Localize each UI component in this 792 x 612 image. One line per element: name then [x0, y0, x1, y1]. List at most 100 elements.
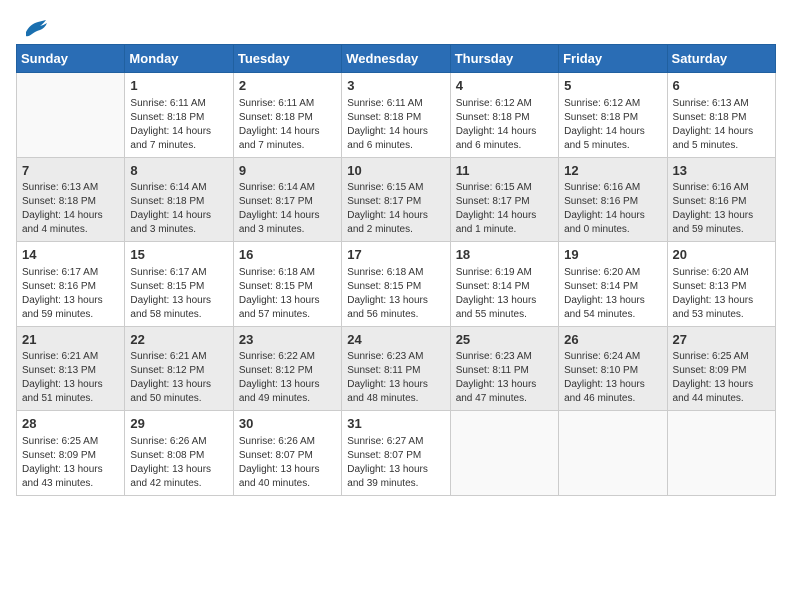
calendar-cell: 4 Sunrise: 6:12 AM Sunset: 8:18 PM Daylig…: [450, 73, 558, 158]
calendar-cell: 5 Sunrise: 6:12 AM Sunset: 8:18 PM Daylig…: [559, 73, 667, 158]
day-info: Sunrise: 6:17 AM Sunset: 8:16 PM Dayligh…: [22, 266, 119, 322]
calendar-cell: 13Sunrise: 6:16 AM Sunset: 8:16 PM Dayli…: [667, 157, 775, 242]
calendar-cell: 19 Sunrise: 6:20 AM Sunset: 8:14 PM Dayli…: [559, 242, 667, 327]
day-info: Sunrise: 6:18 AM Sunset: 8:15 PM Dayligh…: [347, 266, 444, 322]
calendar-cell: 9Sunrise: 6:14 AM Sunset: 8:17 PM Daylig…: [233, 157, 341, 242]
day-info: Sunrise: 6:24 AM Sunset: 8:10 PM Dayligh…: [564, 350, 661, 406]
day-number: 6: [673, 77, 770, 95]
calendar-cell: [559, 411, 667, 496]
day-info: Sunrise: 6:13 AM Sunset: 8:18 PM Dayligh…: [673, 97, 770, 153]
calendar-cell: 22Sunrise: 6:21 AM Sunset: 8:12 PM Dayli…: [125, 326, 233, 411]
day-info: Sunrise: 6:22 AM Sunset: 8:12 PM Dayligh…: [239, 350, 336, 406]
calendar-week-row: 1 Sunrise: 6:11 AM Sunset: 8:18 PM Daylig…: [17, 73, 776, 158]
day-info: Sunrise: 6:11 AM Sunset: 8:18 PM Dayligh…: [347, 97, 444, 153]
calendar-cell: [450, 411, 558, 496]
calendar-cell: 6 Sunrise: 6:13 AM Sunset: 8:18 PM Daylig…: [667, 73, 775, 158]
calendar-week-row: 7Sunrise: 6:13 AM Sunset: 8:18 PM Daylig…: [17, 157, 776, 242]
day-number: 11: [456, 162, 553, 180]
calendar-cell: 24Sunrise: 6:23 AM Sunset: 8:11 PM Dayli…: [342, 326, 450, 411]
calendar-table: SundayMondayTuesdayWednesdayThursdayFrid…: [16, 44, 776, 496]
day-info: Sunrise: 6:15 AM Sunset: 8:17 PM Dayligh…: [347, 181, 444, 237]
day-info: Sunrise: 6:25 AM Sunset: 8:09 PM Dayligh…: [673, 350, 770, 406]
calendar-cell: 29 Sunrise: 6:26 AM Sunset: 8:08 PM Dayli…: [125, 411, 233, 496]
day-number: 24: [347, 331, 444, 349]
day-info: Sunrise: 6:23 AM Sunset: 8:11 PM Dayligh…: [347, 350, 444, 406]
calendar-cell: 26Sunrise: 6:24 AM Sunset: 8:10 PM Dayli…: [559, 326, 667, 411]
calendar-cell: [17, 73, 125, 158]
calendar-cell: 21Sunrise: 6:21 AM Sunset: 8:13 PM Dayli…: [17, 326, 125, 411]
day-number: 12: [564, 162, 661, 180]
calendar-cell: 16 Sunrise: 6:18 AM Sunset: 8:15 PM Dayli…: [233, 242, 341, 327]
day-info: Sunrise: 6:16 AM Sunset: 8:16 PM Dayligh…: [673, 181, 770, 237]
calendar-cell: 1 Sunrise: 6:11 AM Sunset: 8:18 PM Daylig…: [125, 73, 233, 158]
header: [16, 16, 776, 36]
day-info: Sunrise: 6:12 AM Sunset: 8:18 PM Dayligh…: [564, 97, 661, 153]
weekday-header: Tuesday: [233, 45, 341, 73]
day-info: Sunrise: 6:18 AM Sunset: 8:15 PM Dayligh…: [239, 266, 336, 322]
calendar-cell: 28Sunrise: 6:25 AM Sunset: 8:09 PM Dayli…: [17, 411, 125, 496]
day-number: 10: [347, 162, 444, 180]
day-number: 18: [456, 246, 553, 264]
day-info: Sunrise: 6:20 AM Sunset: 8:13 PM Dayligh…: [673, 266, 770, 322]
day-info: Sunrise: 6:14 AM Sunset: 8:18 PM Dayligh…: [130, 181, 227, 237]
calendar-cell: 15 Sunrise: 6:17 AM Sunset: 8:15 PM Dayli…: [125, 242, 233, 327]
day-info: Sunrise: 6:26 AM Sunset: 8:07 PM Dayligh…: [239, 435, 336, 491]
calendar-cell: [667, 411, 775, 496]
calendar-cell: 10Sunrise: 6:15 AM Sunset: 8:17 PM Dayli…: [342, 157, 450, 242]
day-info: Sunrise: 6:16 AM Sunset: 8:16 PM Dayligh…: [564, 181, 661, 237]
day-number: 16: [239, 246, 336, 264]
day-number: 7: [22, 162, 119, 180]
calendar-week-row: 28Sunrise: 6:25 AM Sunset: 8:09 PM Dayli…: [17, 411, 776, 496]
day-number: 13: [673, 162, 770, 180]
calendar-cell: 20Sunrise: 6:20 AM Sunset: 8:13 PM Dayli…: [667, 242, 775, 327]
calendar-cell: 8Sunrise: 6:14 AM Sunset: 8:18 PM Daylig…: [125, 157, 233, 242]
day-number: 26: [564, 331, 661, 349]
day-number: 28: [22, 415, 119, 433]
calendar-cell: 25Sunrise: 6:23 AM Sunset: 8:11 PM Dayli…: [450, 326, 558, 411]
day-info: Sunrise: 6:12 AM Sunset: 8:18 PM Dayligh…: [456, 97, 553, 153]
weekday-header: Wednesday: [342, 45, 450, 73]
day-info: Sunrise: 6:27 AM Sunset: 8:07 PM Dayligh…: [347, 435, 444, 491]
day-number: 23: [239, 331, 336, 349]
day-number: 27: [673, 331, 770, 349]
day-number: 9: [239, 162, 336, 180]
day-info: Sunrise: 6:13 AM Sunset: 8:18 PM Dayligh…: [22, 181, 119, 237]
calendar-cell: 27Sunrise: 6:25 AM Sunset: 8:09 PM Dayli…: [667, 326, 775, 411]
day-info: Sunrise: 6:20 AM Sunset: 8:14 PM Dayligh…: [564, 266, 661, 322]
day-number: 3: [347, 77, 444, 95]
day-number: 2: [239, 77, 336, 95]
day-info: Sunrise: 6:14 AM Sunset: 8:17 PM Dayligh…: [239, 181, 336, 237]
day-number: 30: [239, 415, 336, 433]
day-number: 21: [22, 331, 119, 349]
day-info: Sunrise: 6:11 AM Sunset: 8:18 PM Dayligh…: [130, 97, 227, 153]
day-number: 29: [130, 415, 227, 433]
day-number: 5: [564, 77, 661, 95]
calendar-cell: 3 Sunrise: 6:11 AM Sunset: 8:18 PM Daylig…: [342, 73, 450, 158]
day-number: 19: [564, 246, 661, 264]
day-number: 25: [456, 331, 553, 349]
day-number: 8: [130, 162, 227, 180]
day-info: Sunrise: 6:23 AM Sunset: 8:11 PM Dayligh…: [456, 350, 553, 406]
calendar-cell: 18Sunrise: 6:19 AM Sunset: 8:14 PM Dayli…: [450, 242, 558, 327]
weekday-header: Sunday: [17, 45, 125, 73]
calendar-cell: 23Sunrise: 6:22 AM Sunset: 8:12 PM Dayli…: [233, 326, 341, 411]
weekday-header: Thursday: [450, 45, 558, 73]
calendar-cell: 7Sunrise: 6:13 AM Sunset: 8:18 PM Daylig…: [17, 157, 125, 242]
calendar-cell: 30 Sunrise: 6:26 AM Sunset: 8:07 PM Dayli…: [233, 411, 341, 496]
weekday-header: Friday: [559, 45, 667, 73]
logo-bird-icon: [18, 16, 48, 40]
logo: [16, 16, 48, 36]
calendar-cell: 14Sunrise: 6:17 AM Sunset: 8:16 PM Dayli…: [17, 242, 125, 327]
day-number: 22: [130, 331, 227, 349]
day-number: 1: [130, 77, 227, 95]
day-number: 15: [130, 246, 227, 264]
weekday-header: Saturday: [667, 45, 775, 73]
day-info: Sunrise: 6:17 AM Sunset: 8:15 PM Dayligh…: [130, 266, 227, 322]
day-info: Sunrise: 6:26 AM Sunset: 8:08 PM Dayligh…: [130, 435, 227, 491]
day-info: Sunrise: 6:21 AM Sunset: 8:13 PM Dayligh…: [22, 350, 119, 406]
calendar-cell: 2 Sunrise: 6:11 AM Sunset: 8:18 PM Daylig…: [233, 73, 341, 158]
day-number: 17: [347, 246, 444, 264]
day-number: 4: [456, 77, 553, 95]
day-info: Sunrise: 6:11 AM Sunset: 8:18 PM Dayligh…: [239, 97, 336, 153]
day-number: 31: [347, 415, 444, 433]
